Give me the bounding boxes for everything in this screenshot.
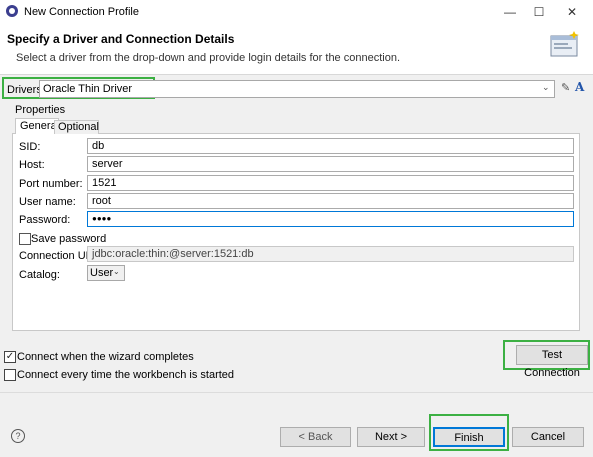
sid-label: SID: bbox=[19, 141, 41, 153]
help-icon[interactable]: ? bbox=[11, 429, 25, 443]
page-title: Specify a Driver and Connection Details bbox=[7, 32, 235, 46]
chevron-down-icon[interactable]: ⌄ bbox=[113, 267, 120, 276]
maximize-button[interactable]: ☐ bbox=[523, 0, 555, 24]
window-title: New Connection Profile bbox=[24, 6, 139, 18]
footer-divider bbox=[0, 392, 593, 393]
eclipse-app-icon bbox=[6, 5, 18, 17]
properties-label: Properties bbox=[15, 104, 66, 116]
username-input[interactable]: root bbox=[87, 193, 574, 209]
close-button[interactable]: ✕ bbox=[556, 0, 588, 24]
save-password-checkbox[interactable] bbox=[19, 233, 31, 245]
next-button[interactable]: Next > bbox=[357, 427, 425, 447]
edit-driver-icon[interactable]: ✎ bbox=[561, 81, 573, 95]
test-connection-button[interactable]: Test Connection bbox=[516, 345, 588, 379]
password-input[interactable]: ●●●● bbox=[87, 211, 574, 227]
finish-button[interactable]: Finish bbox=[433, 427, 505, 447]
tab-general[interactable]: General bbox=[15, 118, 59, 134]
tab-optional[interactable]: Optional bbox=[54, 120, 99, 134]
page-description: Select a driver from the drop-down and p… bbox=[16, 52, 400, 64]
save-password-label[interactable]: Save password bbox=[31, 233, 106, 245]
port-label: Port number: bbox=[19, 178, 83, 190]
password-label: Password: bbox=[19, 214, 71, 226]
cancel-button[interactable]: Cancel bbox=[512, 427, 584, 447]
port-input[interactable]: 1521 bbox=[87, 175, 574, 191]
connect-when-complete-label[interactable]: Connect when the wizard completes bbox=[17, 351, 194, 363]
connection-url-field: jdbc:oracle:thin:@server:1521:db bbox=[87, 246, 574, 262]
chevron-down-icon[interactable]: ⌄ bbox=[542, 82, 550, 93]
username-label: User name: bbox=[19, 196, 76, 208]
driver-definition-icon[interactable]: A bbox=[575, 80, 584, 94]
host-input[interactable]: server bbox=[87, 156, 574, 172]
back-button[interactable]: < Back bbox=[280, 427, 351, 447]
wizard-banner-icon bbox=[550, 31, 579, 57]
host-label: Host: bbox=[19, 159, 45, 171]
connect-every-time-label[interactable]: Connect every time the workbench is star… bbox=[17, 369, 234, 381]
sid-input[interactable]: db bbox=[87, 138, 574, 154]
minimize-button[interactable]: — bbox=[494, 0, 526, 24]
driver-dropdown[interactable]: Oracle Thin Driver bbox=[39, 80, 555, 98]
connect-when-complete-checkbox[interactable]: ✓ bbox=[4, 351, 16, 363]
catalog-label: Catalog: bbox=[19, 269, 60, 281]
wizard-banner: Specify a Driver and Connection Details … bbox=[0, 24, 593, 75]
title-bar: New Connection Profile — ☐ ✕ bbox=[0, 0, 593, 24]
connect-every-time-checkbox[interactable] bbox=[4, 369, 16, 381]
